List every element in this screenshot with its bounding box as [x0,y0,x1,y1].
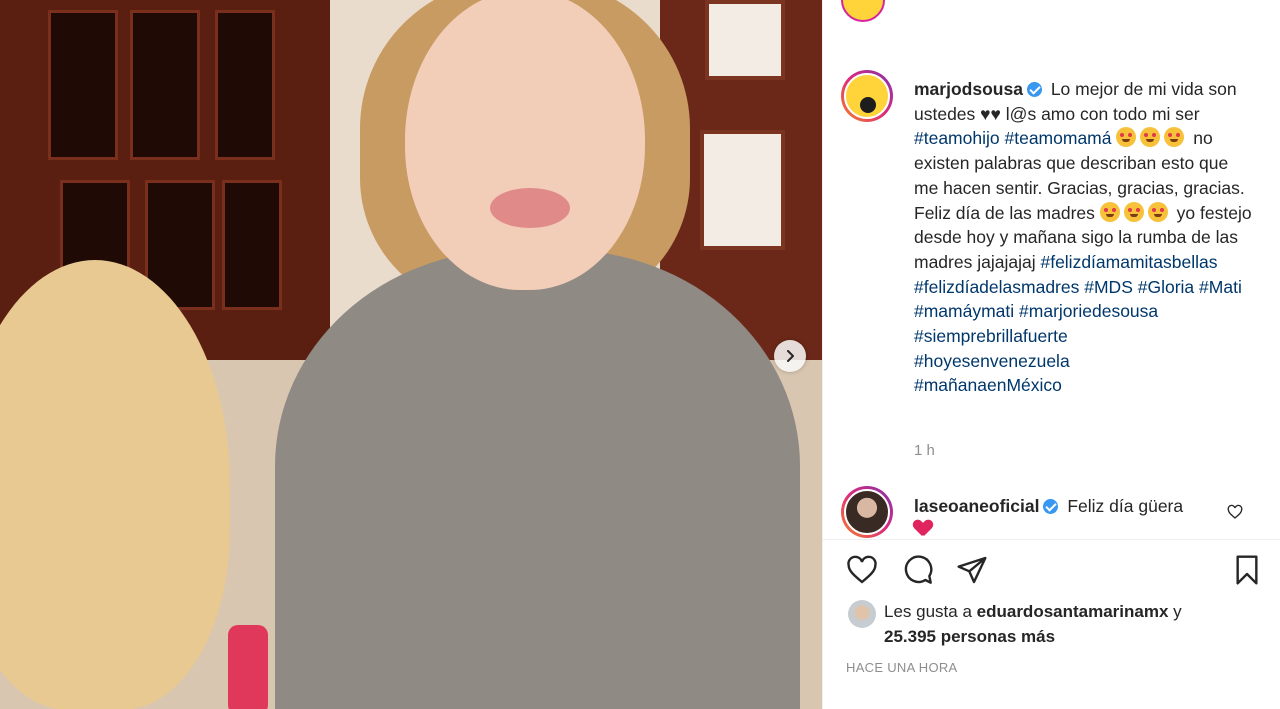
hashtag[interactable]: #Gloria [1138,277,1194,297]
hashtag[interactable]: #siemprebrillafuerte [914,326,1068,346]
photo-straw [228,625,268,709]
likes-summary: Les gusta a eduardosantamarinamx y 25.39… [884,599,1244,649]
hashtag[interactable]: #mañanaenMéxico [914,375,1062,395]
bookmark-icon [1236,555,1258,585]
heart-icon [847,555,877,584]
hashtag[interactable]: #felizdíadelasmadres [914,277,1079,297]
likes-count[interactable]: 25.395 personas más [884,627,1055,646]
hashtag[interactable]: #teamomamá [1005,128,1112,148]
smiling-hearts-emoji-icon [1140,127,1161,148]
chevron-right-icon [787,350,794,362]
liker-username[interactable]: eduardosantamarinamx [977,602,1169,621]
comment-body: Feliz día güera [1067,496,1184,516]
photo-face [405,0,645,290]
red-heart-emoji-icon [914,520,932,536]
post-photo[interactable] [0,0,822,709]
smiling-hearts-emoji-icon [1164,127,1185,148]
posted-ago[interactable]: HACE UNA HORA [846,660,958,675]
hashtag[interactable]: #mamáymati [914,301,1014,321]
comment-button[interactable] [900,552,936,588]
commenter-avatar[interactable] [841,486,893,538]
smiling-hearts-emoji-icon [1147,201,1168,222]
photo-lips [490,188,570,228]
post-actions [823,552,1280,592]
header-avatar[interactable] [841,0,885,22]
divider [823,539,1280,540]
paper-plane-icon [957,556,987,584]
liker-avatar[interactable] [848,600,876,628]
author-username[interactable]: marjodsousa [914,79,1023,99]
commenter-username[interactable]: laseoaneoficial [914,496,1039,516]
post-caption: marjodsousa Lo mejor de mi vida son uste… [914,77,1254,398]
smiling-hearts-emoji-icon [1123,201,1144,222]
comment-icon [904,555,933,584]
smiling-hearts-emoji-icon [1116,127,1137,148]
hashtag[interactable]: #MDS [1084,277,1133,297]
likes-prefix: Les gusta a [884,602,972,621]
likes-joiner: y [1173,602,1182,621]
share-button[interactable] [954,552,990,588]
verified-badge-icon [1026,82,1042,97]
comment-like-heart-icon[interactable] [1227,504,1243,520]
like-button[interactable] [844,552,880,588]
smiling-hearts-emoji-icon [1099,201,1120,222]
save-button[interactable] [1229,552,1265,588]
verified-badge-icon [1043,499,1059,514]
post-side-panel: marjodsousa Lo mejor de mi vida son uste… [822,0,1280,709]
hashtag[interactable]: #hoyesenvenezuela [914,351,1070,371]
hashtag[interactable]: #teamohijo [914,128,1000,148]
hashtag[interactable]: #felizdíamamitasbellas [1040,252,1217,272]
next-photo-button[interactable] [774,340,806,372]
comment: laseoaneoficial Feliz día güera [914,494,1214,542]
hashtag[interactable]: #marjoriedesousa [1019,301,1158,321]
avatar-logo-badge [860,97,876,113]
hashtag[interactable]: #Mati [1199,277,1242,297]
photo-sweater [275,250,800,709]
author-avatar[interactable] [841,70,893,122]
post-time[interactable]: 1 h [914,442,935,459]
